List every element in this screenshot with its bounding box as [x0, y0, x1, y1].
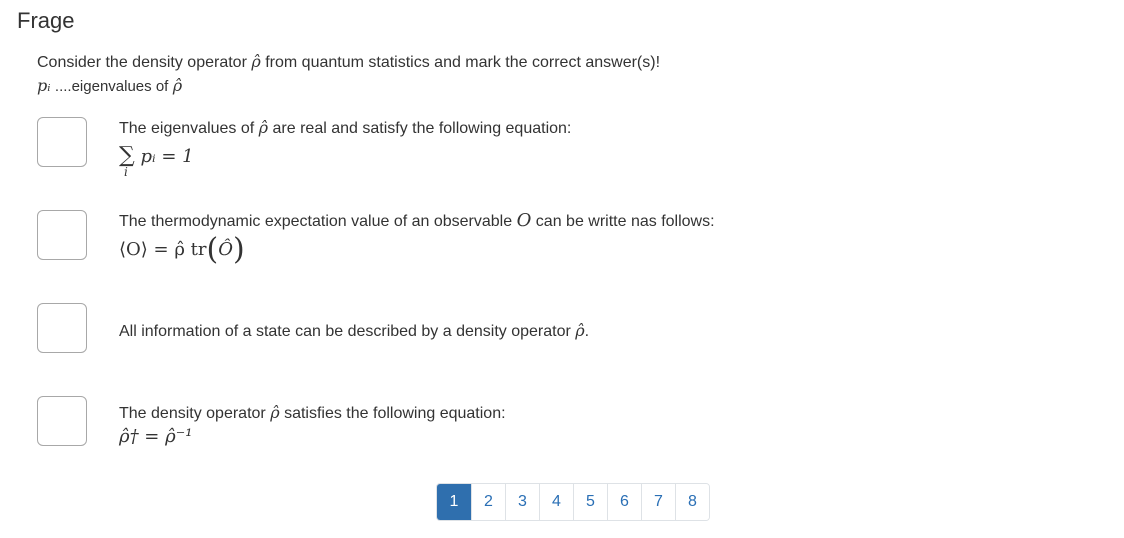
page-button-3[interactable]: 3 — [505, 484, 539, 520]
sum-symbol: ∑ i — [119, 143, 135, 179]
option-2-symbol: O — [516, 210, 532, 231]
answer-checkbox-3[interactable] — [37, 303, 87, 353]
page-button-7[interactable]: 7 — [641, 484, 675, 520]
answer-option-1: The eigenvalues of ρ̂ are real and satis… — [119, 118, 572, 179]
option-3-text-after: . — [584, 323, 590, 340]
option-3-text-before: All information of a state can be descri… — [119, 323, 571, 340]
option-4-formula: ρ̂† = ρ̂⁻¹ — [119, 426, 506, 447]
answer-checkbox-2[interactable] — [37, 210, 87, 260]
page-title: Frage — [17, 8, 75, 33]
page-button-1[interactable]: 1 — [437, 484, 471, 520]
option-2-text-after: can be writte nas follows: — [535, 213, 715, 230]
option-3-symbol: ρ̂ — [575, 321, 585, 340]
intro-text-suffix: from quantum statistics and mark the cor… — [265, 54, 661, 71]
option-1-text-before: The eigenvalues of — [119, 120, 255, 137]
option-1-equation: pᵢ = 1 — [140, 146, 194, 167]
answer-checkbox-4[interactable] — [37, 396, 87, 446]
right-paren: ) — [232, 232, 245, 267]
option-4-text-before: The density operator — [119, 405, 266, 422]
option-2-equation-left: ⟨O⟩ = ρ̂ tr — [119, 239, 207, 260]
intro-rho-symbol-2: ρ̂ — [172, 76, 183, 95]
page-button-8[interactable]: 8 — [675, 484, 709, 520]
intro-p-symbol: pᵢ — [37, 76, 51, 95]
option-1-text-after: are real and satisfy the following equat… — [272, 120, 572, 137]
answer-checkbox-1[interactable] — [37, 117, 87, 167]
option-4-text-after: satisfies the following equation: — [284, 405, 506, 422]
option-2-text-before: The thermodynamic expectation value of a… — [119, 213, 513, 230]
answer-option-4: The density operator ρ̂ satisfies the fo… — [119, 403, 506, 447]
intro-eigenvalues-text: ....eigenvalues of — [54, 78, 169, 95]
answer-option-2: The thermodynamic expectation value of a… — [119, 210, 715, 268]
left-paren: ( — [206, 232, 219, 267]
question-intro: Consider the density operator ρ̂ from qu… — [37, 50, 660, 98]
page-button-4[interactable]: 4 — [539, 484, 573, 520]
option-1-symbol: ρ̂ — [258, 118, 269, 137]
option-4-symbol: ρ̂ — [270, 403, 280, 422]
intro-rho-symbol: ρ̂ — [251, 52, 261, 71]
option-1-formula: ∑ i pᵢ = 1 — [119, 143, 571, 179]
sum-index: i — [124, 165, 128, 179]
page-button-2[interactable]: 2 — [471, 484, 505, 520]
intro-text-prefix: Consider the density operator — [37, 54, 247, 71]
option-2-equation-inner: Ô — [218, 239, 233, 260]
option-2-formula: ⟨O⟩ = ρ̂ tr(Ô) — [119, 232, 715, 267]
page-button-5[interactable]: 5 — [573, 484, 607, 520]
option-4-equation: ρ̂† = ρ̂⁻¹ — [119, 426, 193, 447]
pagination: 1 2 3 4 5 6 7 8 — [436, 483, 710, 521]
answer-option-3: All information of a state can be descri… — [119, 321, 589, 342]
page-button-6[interactable]: 6 — [607, 484, 641, 520]
